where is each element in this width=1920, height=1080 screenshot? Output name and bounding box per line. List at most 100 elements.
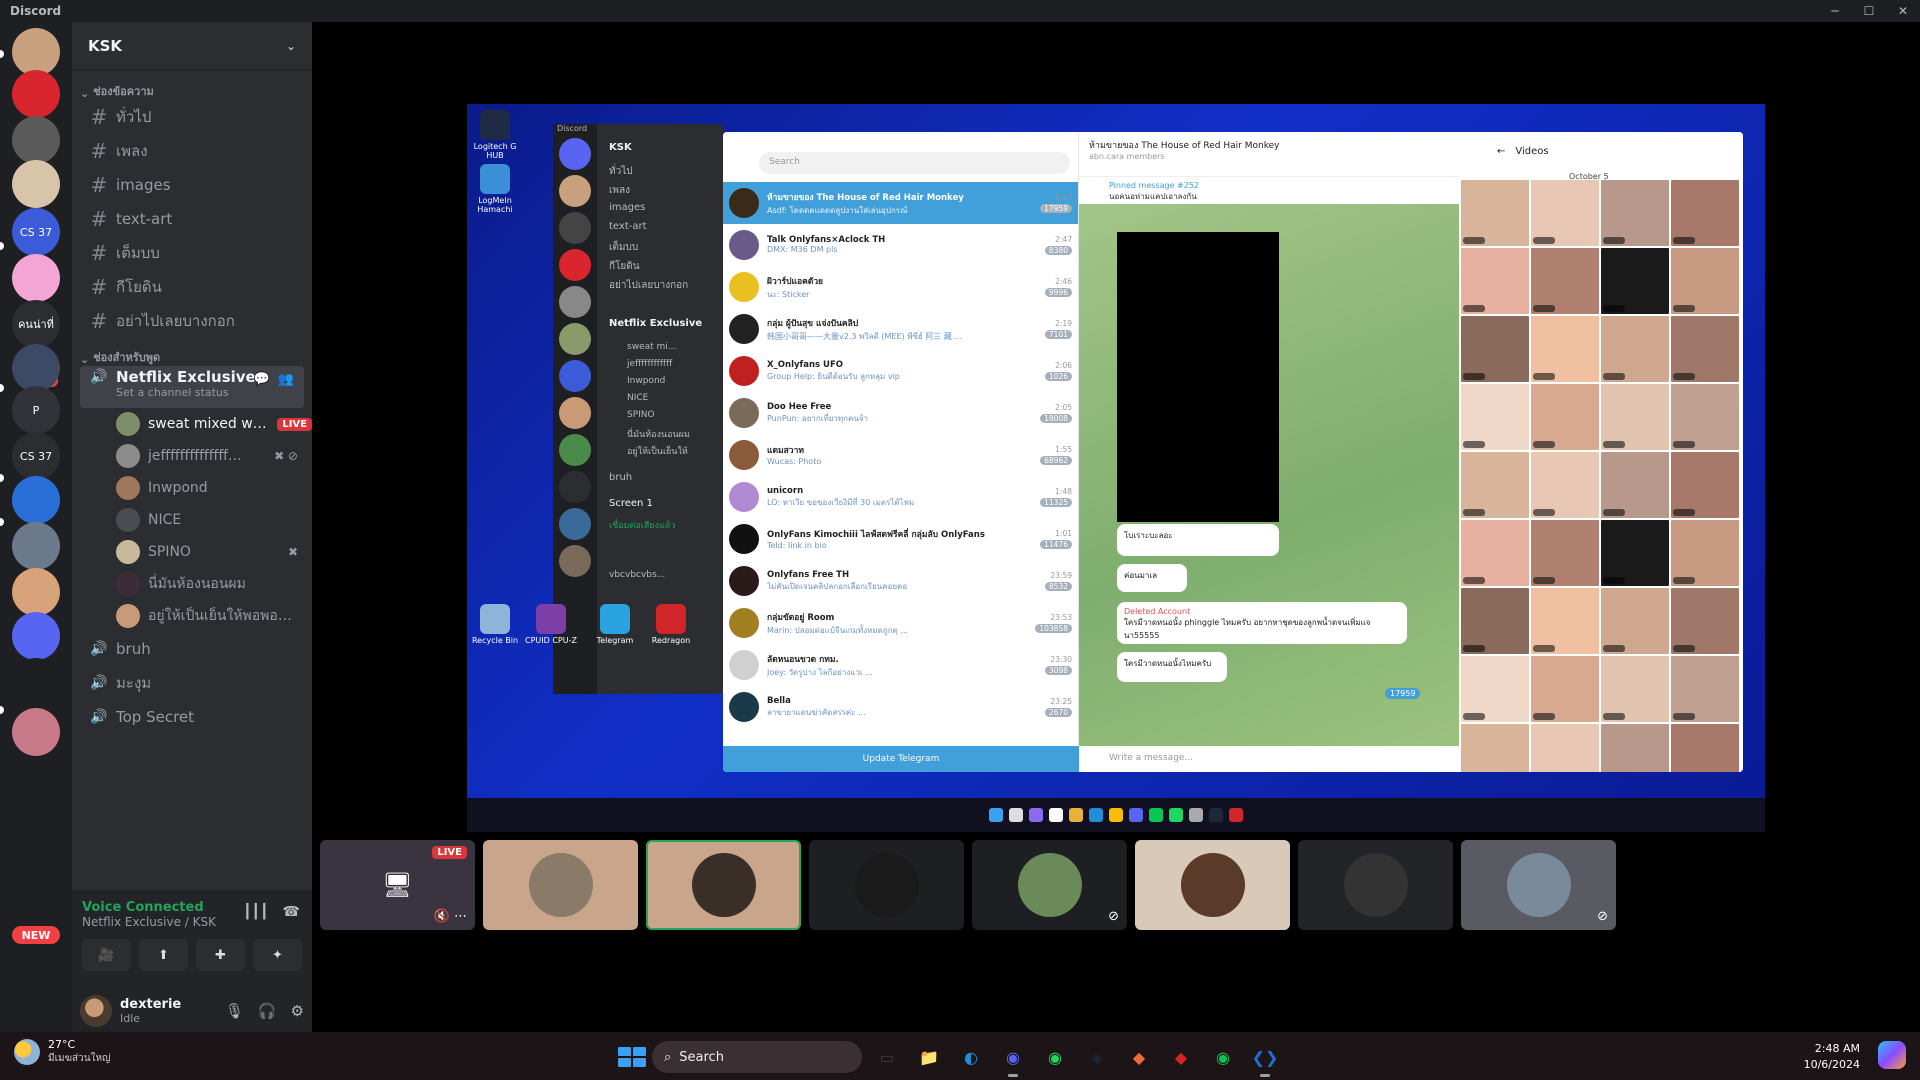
headphones-icon[interactable]: 🎧 (258, 1002, 277, 1020)
desktop-icon[interactable]: CPUID CPU-Z (523, 604, 579, 645)
pink-ghost-server-icon[interactable] (12, 254, 60, 302)
video-thumbnail[interactable] (1601, 724, 1669, 772)
file-explorer-icon[interactable]: 📁 (912, 1040, 946, 1074)
video-thumbnail[interactable] (1531, 384, 1599, 450)
discord-icon[interactable]: ◉ (996, 1040, 1030, 1077)
microphone-icon[interactable]: 🎙 (225, 1002, 244, 1020)
video-thumbnail[interactable] (1531, 180, 1599, 246)
taskbar-search[interactable]: ⌕ Search (652, 1041, 862, 1073)
task-view-icon[interactable]: ▭ (870, 1040, 904, 1074)
video-thumbnail[interactable] (1461, 248, 1529, 314)
channel-item[interactable]: # อย่าไปเลยบางกอก (80, 304, 304, 338)
folder-server-icon[interactable] (12, 612, 60, 660)
maximize-button[interactable]: ☐ (1852, 0, 1886, 22)
voice-user[interactable]: นี่มันห้องนอนผม (72, 568, 312, 600)
clock[interactable]: 2:48 AM 10/6/2024 (1804, 1041, 1860, 1073)
video-thumbnail[interactable] (1601, 248, 1669, 314)
video-thumbnail[interactable] (1601, 316, 1669, 382)
anime-server-icon[interactable] (12, 522, 60, 570)
video-thumbnail[interactable] (1461, 180, 1529, 246)
headphones-server-icon[interactable] (12, 658, 60, 706)
telegram-chat-row[interactable]: Doo Hee Free PunPun: อยากเที่ยวทุกคนจ้า 2:… (723, 392, 1078, 434)
participant-tile[interactable] (1135, 840, 1290, 930)
participant-tile[interactable] (809, 840, 964, 930)
server-6[interactable]: คนน่าที่ (12, 300, 60, 348)
fox-server-icon[interactable] (12, 344, 60, 392)
participant-tile[interactable] (483, 840, 638, 930)
shared-screen[interactable]: Discord KSK ทั่วไป เพลง images text-art เต็มบบ… (467, 104, 1765, 832)
spotify-icon[interactable]: ◉ (1038, 1040, 1072, 1074)
face-server-icon[interactable] (12, 568, 60, 616)
telegram-chat-row[interactable]: Onlyfans Free TH ไม่คันเปิดเจนคลิปลกอกเลื… (723, 560, 1078, 602)
voice-user[interactable]: SPINO ✖ (72, 536, 312, 568)
message-input[interactable]: Write a message... (1079, 746, 1459, 772)
voice-category[interactable]: ⌄ ช่องสำหรับพูด (72, 342, 312, 366)
voice-user[interactable]: Inwpond (72, 472, 312, 504)
redragon-icon[interactable]: ◆ (1164, 1040, 1198, 1074)
globe-server-icon[interactable] (12, 476, 60, 524)
back-arrow-icon[interactable]: ← (1497, 146, 1505, 157)
video-thumbnail[interactable] (1601, 520, 1669, 586)
video-thumbnail[interactable] (1531, 588, 1599, 654)
disconnect-icon[interactable]: ☎ (283, 904, 300, 920)
voice-user[interactable]: อยู่ให้เป็นเย็นให้พอพอมี... (72, 600, 312, 632)
channel-item[interactable]: # เต็มบบ (80, 236, 304, 270)
unread-badge[interactable]: 17959 (1385, 688, 1421, 699)
video-thumbnail[interactable] (1671, 180, 1739, 246)
participant-tile[interactable] (646, 840, 801, 930)
pinned-message[interactable]: Pinned message #252 นอคนอห่ามแคปเอาลงกัน (1079, 176, 1459, 204)
stream-tile[interactable]: 🖥 LIVE 🔇 ⋯ (320, 840, 475, 930)
telegram-chat-row[interactable]: กลุ่มขัดอยู่ Room Marin: ปลอมต่อแบ้จีนเกม… (723, 602, 1078, 644)
gear-icon[interactable]: ⚙ (291, 1002, 304, 1020)
soundboard-button[interactable]: ✦ (253, 939, 302, 971)
text-category[interactable]: ⌄ ช่องข้อความ (72, 76, 312, 100)
telegram-chat-row[interactable]: unicorn LO: หาเวีย ขอของเวียงิมีที่ 30 เม… (723, 476, 1078, 518)
video-thumbnail[interactable] (1461, 656, 1529, 722)
video-thumbnail[interactable] (1601, 588, 1669, 654)
red-server-icon[interactable] (12, 70, 60, 118)
hands-server-icon[interactable] (12, 708, 60, 756)
steam-icon[interactable]: ◈ (1080, 1040, 1114, 1074)
edge-icon[interactable]: ◐ (954, 1040, 988, 1074)
video-thumbnail[interactable] (1671, 384, 1739, 450)
more-icon[interactable]: 🔇 ⋯ (434, 909, 467, 924)
vscode-icon[interactable]: ❮❯ (1248, 1040, 1282, 1077)
guild-header[interactable]: KSK ⌄ (72, 22, 312, 70)
telegram-chat-row[interactable]: X_Onlyfans UFO Group Help: ยินดีต้อนรับ ล… (723, 350, 1078, 392)
telegram-chat-row[interactable]: ผิวาร์ปแอคตัวย นะ: Sticker 2:46 9996 (723, 266, 1078, 308)
telegram-chat-row[interactable]: Bella ลาขายาแดนฆ่าคัดสรรค่ะ ... 23:25 2670 (723, 686, 1078, 728)
participant-tile[interactable]: ⊘ (972, 840, 1127, 930)
video-thumbnail[interactable] (1601, 384, 1669, 450)
desktop-icon[interactable]: Recycle Bin (467, 604, 523, 645)
desktop-icon[interactable]: Redragon (643, 604, 699, 645)
scribble-server-icon[interactable] (12, 116, 60, 164)
video-thumbnail[interactable] (1601, 656, 1669, 722)
dog-server-icon[interactable] (12, 160, 60, 208)
share-screen-button[interactable]: ⬆ (139, 939, 188, 971)
telegram-search[interactable]: Search (759, 152, 1070, 174)
server-4[interactable]: CS 37 (12, 208, 60, 256)
minimize-button[interactable]: ─ (1818, 0, 1852, 22)
chevron-down-icon[interactable]: ⌄ (286, 39, 296, 53)
server-8[interactable]: P (12, 386, 60, 434)
video-thumbnail[interactable] (1531, 248, 1599, 314)
video-thumbnail[interactable] (1601, 180, 1669, 246)
video-thumbnail[interactable] (1461, 724, 1529, 772)
avatar-server-icon[interactable] (12, 28, 60, 76)
video-thumbnail[interactable] (1531, 724, 1599, 772)
telegram-chat-row[interactable]: ลัดหนอนขวด กทม. Joey: วัดรูปาง ไลกีอย่างแ… (723, 644, 1078, 686)
avatar[interactable] (80, 995, 112, 1027)
video-thumbnail[interactable] (1671, 588, 1739, 654)
voice-user[interactable]: jeffffffffffffff... ✖ ⊘ (72, 440, 312, 472)
video-thumbnail[interactable] (1461, 520, 1529, 586)
video-thumbnail[interactable] (1671, 248, 1739, 314)
desktop-icon[interactable]: Telegram (587, 604, 643, 645)
channel-item[interactable]: # เพลง (80, 134, 304, 168)
telegram-chat-row[interactable]: แดมสวาท Wucas: Photo 1:55 68962 (723, 434, 1078, 476)
chat-icon[interactable]: 💬 (254, 372, 270, 387)
voice-channel-netflix[interactable]: 🔊 Netflix Exclusive Set a channel status … (80, 366, 304, 408)
telegram-chat-row[interactable]: กลุ่ม ผู้ปันสุข แจ่งปันคลิป 韩国小哥哥——大量v2.3… (723, 308, 1078, 350)
voice-channel-item[interactable]: 🔊 bruh (80, 632, 304, 666)
video-thumbnail[interactable] (1671, 316, 1739, 382)
video-thumbnail[interactable] (1531, 452, 1599, 518)
